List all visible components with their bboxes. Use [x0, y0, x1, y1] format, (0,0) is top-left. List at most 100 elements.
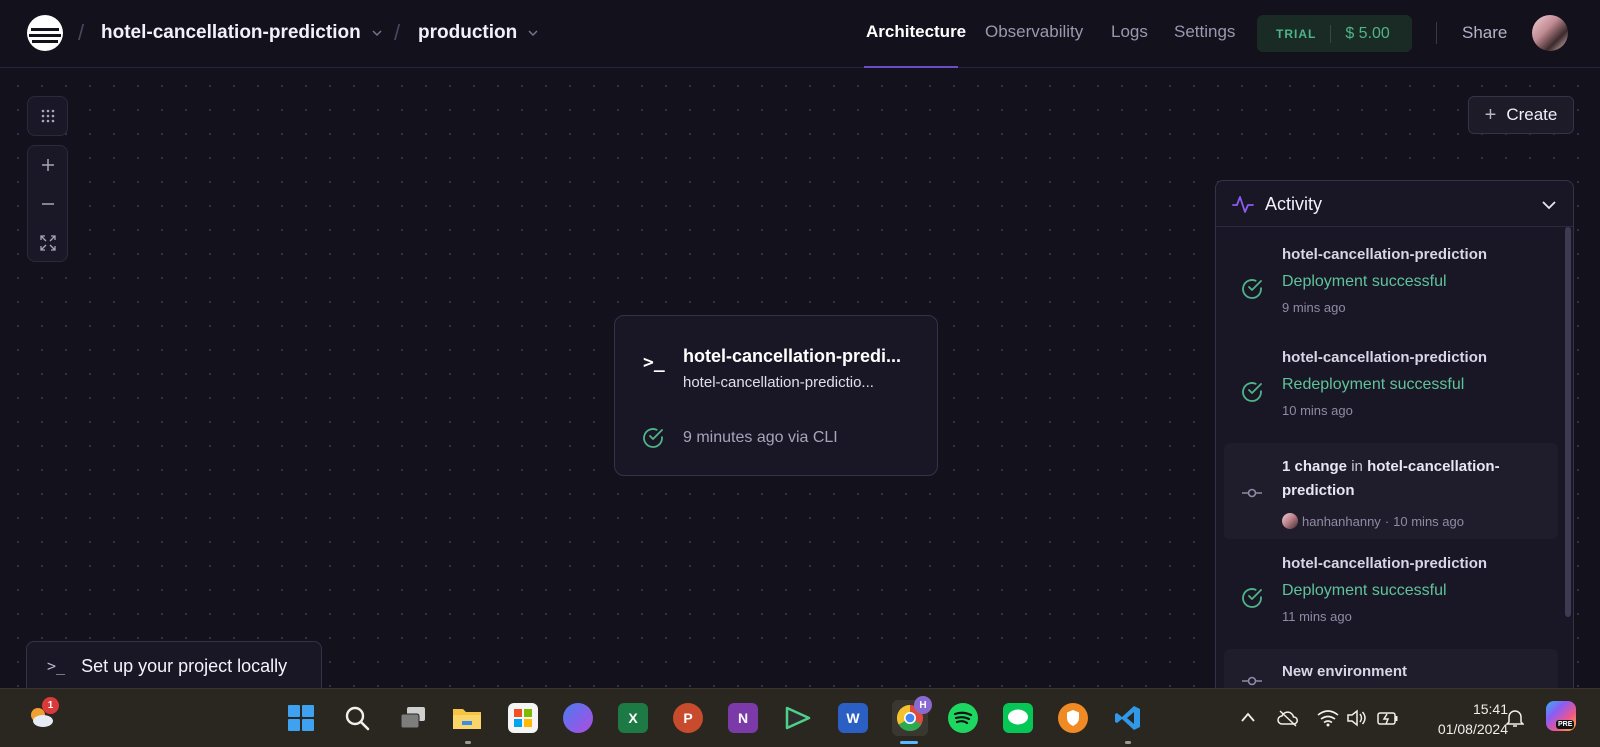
- tab-settings[interactable]: Settings: [1174, 22, 1235, 42]
- activity-scrollbar[interactable]: [1565, 227, 1571, 617]
- task-view-icon[interactable]: [398, 703, 428, 733]
- activity-service: hotel-cancellation-prediction: [1282, 555, 1488, 572]
- tab-architecture[interactable]: Architecture: [866, 22, 966, 42]
- share-button[interactable]: Share: [1462, 23, 1507, 43]
- clock-time: 15:41: [1472, 701, 1508, 717]
- change-in: in: [1351, 458, 1363, 475]
- zoom-out-button[interactable]: [28, 185, 68, 223]
- clock-date: 01/08/2024: [1437, 721, 1508, 737]
- copilot-pre-badge: PRE: [1556, 720, 1575, 729]
- weather-widget-icon[interactable]: 1: [26, 697, 59, 731]
- project-name: hotel-cancellation-prediction: [101, 22, 361, 43]
- activity-status: Redeployment successful: [1282, 376, 1465, 393]
- activity-status: Deployment successful: [1282, 582, 1447, 599]
- activity-item[interactable]: hotel-cancellation-prediction Deployment…: [1224, 541, 1558, 637]
- windows-start-icon[interactable]: [286, 703, 316, 733]
- activity-time: 9 mins ago: [1282, 300, 1346, 315]
- fit-view-button[interactable]: [28, 224, 68, 262]
- copilot-app-icon[interactable]: [563, 703, 593, 733]
- activity-service: New environment: [1282, 663, 1408, 680]
- zoom-controls: [27, 145, 68, 262]
- line-app-icon[interactable]: [1003, 703, 1033, 733]
- environment-selector[interactable]: production: [418, 22, 539, 44]
- activity-header[interactable]: Activity: [1216, 181, 1573, 227]
- file-explorer-icon[interactable]: [452, 703, 482, 733]
- user-avatar[interactable]: [1532, 15, 1568, 51]
- excel-icon[interactable]: X: [618, 703, 648, 733]
- notification-bell-icon[interactable]: [1506, 708, 1524, 728]
- activity-time: 10 mins ago: [1393, 513, 1464, 529]
- top-bar: / hotel-cancellation-prediction / produc…: [0, 0, 1600, 68]
- railway-logo-icon[interactable]: [27, 15, 63, 51]
- grid-dots-icon: [41, 109, 55, 123]
- terminal-icon: >_: [643, 352, 665, 373]
- setup-locally-button[interactable]: >_ Set up your project locally: [26, 641, 322, 688]
- plus-icon: +: [1484, 104, 1497, 126]
- meta-separator: ·: [1384, 513, 1390, 529]
- activity-item-environment[interactable]: New environment: [1224, 649, 1558, 688]
- change-count: 1 change: [1282, 458, 1348, 475]
- media-app-icon[interactable]: [783, 703, 813, 733]
- tab-observability[interactable]: Observability: [985, 22, 1083, 42]
- activity-item-change[interactable]: 1 change in hotel-cancellation-predictio…: [1224, 443, 1558, 539]
- user-avatar: [1282, 513, 1298, 529]
- chrome-profile-badge: H: [914, 696, 932, 714]
- commit-icon: [1242, 488, 1262, 498]
- project-selector[interactable]: hotel-cancellation-prediction: [101, 22, 383, 44]
- chevron-down-icon: [528, 30, 538, 37]
- cloud-offline-icon[interactable]: [1277, 709, 1299, 727]
- app-window: / hotel-cancellation-prediction / produc…: [0, 0, 1600, 688]
- chevron-down-icon[interactable]: [1541, 197, 1557, 213]
- system-clock[interactable]: 15:41 01/08/2024: [1408, 699, 1508, 739]
- microsoft-store-icon[interactable]: [508, 703, 538, 733]
- activity-status: Deployment successful: [1282, 273, 1447, 290]
- windows-taskbar: 1 X P N W H 15:41 01/08/2024 PRE: [0, 688, 1600, 747]
- chevron-down-icon: [372, 30, 382, 37]
- check-circle-icon: [1242, 279, 1262, 299]
- activity-item[interactable]: hotel-cancellation-prediction Deployment…: [1224, 232, 1558, 328]
- breadcrumb-separator: /: [394, 20, 401, 45]
- activity-meta: hanhanhanny · 10 mins ago: [1282, 513, 1464, 529]
- wifi-icon[interactable]: [1317, 709, 1339, 727]
- check-circle-icon: [1242, 382, 1262, 402]
- check-circle-icon: [1242, 588, 1262, 608]
- word-icon[interactable]: W: [838, 703, 868, 733]
- check-circle-icon: [643, 428, 663, 448]
- volume-icon[interactable]: [1346, 709, 1366, 727]
- vpn-shield-icon[interactable]: [1058, 703, 1088, 733]
- trial-divider: [1330, 24, 1332, 43]
- activity-time: 10 mins ago: [1282, 403, 1353, 418]
- powerpoint-icon[interactable]: P: [673, 703, 703, 733]
- activity-user: hanhanhanny: [1302, 513, 1381, 529]
- create-button[interactable]: + Create: [1468, 96, 1574, 134]
- trial-credit: $ 5.00: [1345, 24, 1390, 42]
- canvas-menu-toolbox: [27, 96, 68, 136]
- spotify-icon[interactable]: [948, 703, 978, 733]
- grid-menu-button[interactable]: [28, 97, 68, 135]
- service-subtitle: hotel-cancellation-predictio...: [683, 374, 874, 391]
- setup-label: Set up your project locally: [81, 655, 288, 676]
- copilot-icon[interactable]: PRE: [1546, 701, 1576, 731]
- divider: [1436, 22, 1437, 44]
- breadcrumb-separator: /: [78, 20, 85, 45]
- activity-title: Activity: [1265, 194, 1323, 214]
- chevron-up-icon[interactable]: [1240, 711, 1256, 723]
- service-name: hotel-cancellation-predi...: [683, 346, 902, 366]
- service-card[interactable]: >_ hotel-cancellation-predi... hotel-can…: [614, 315, 938, 476]
- zoom-in-button[interactable]: [28, 146, 68, 184]
- battery-charging-icon[interactable]: [1377, 709, 1399, 727]
- commit-icon: [1242, 676, 1262, 686]
- running-indicator: [1125, 741, 1131, 744]
- activity-time: 11 mins ago: [1282, 609, 1352, 624]
- trial-badge[interactable]: TRIAL $ 5.00: [1257, 15, 1412, 52]
- tab-logs[interactable]: Logs: [1111, 22, 1148, 42]
- notification-badge: 1: [42, 697, 59, 714]
- vscode-icon[interactable]: [1113, 703, 1143, 733]
- activity-panel: Activity hotel-cancellation-prediction D…: [1215, 180, 1574, 688]
- chrome-icon[interactable]: H: [892, 696, 932, 736]
- onenote-icon[interactable]: N: [728, 703, 758, 733]
- trial-label: TRIAL: [1276, 26, 1317, 41]
- search-icon[interactable]: [342, 703, 372, 733]
- plus-icon: [42, 159, 54, 171]
- activity-item[interactable]: hotel-cancellation-prediction Redeployme…: [1224, 335, 1558, 431]
